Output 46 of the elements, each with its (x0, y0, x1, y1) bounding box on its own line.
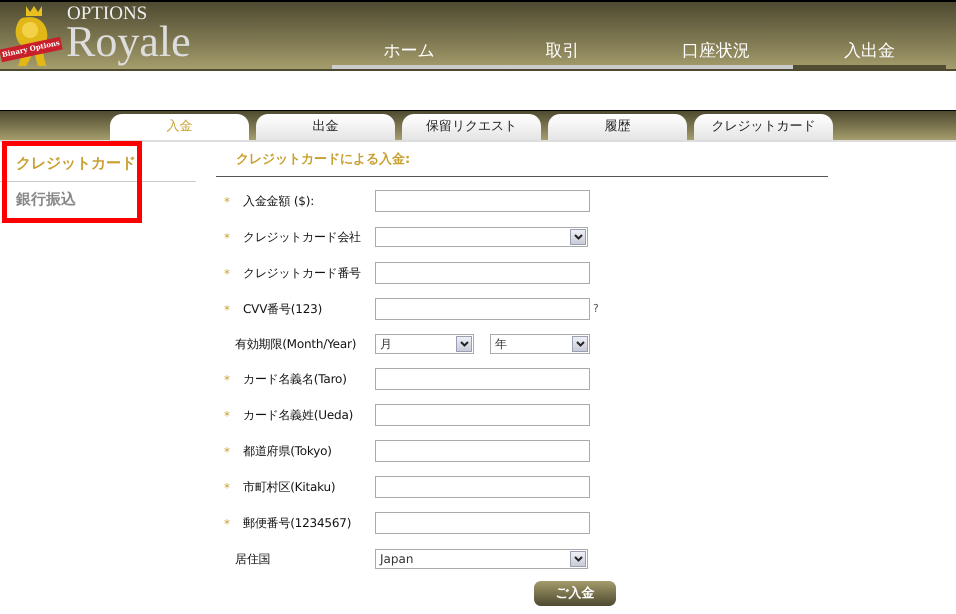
logo-subtitle: OPTIONS (67, 4, 148, 23)
select-field[interactable]: 年 (490, 334, 590, 354)
nav-link[interactable]: 入出金 (792, 39, 946, 69)
field-label: カード名義姓(Ueda) (243, 407, 354, 424)
text-field[interactable] (375, 440, 590, 462)
field-label: 都道府県(Tokyo) (243, 443, 332, 460)
required-mark: * (224, 373, 230, 387)
nav-link[interactable]: ホーム (332, 39, 486, 69)
sidebar-item[interactable]: 銀行振込 (0, 182, 196, 218)
field-label: 市町村区(Kitaku) (243, 479, 336, 496)
text-field[interactable] (375, 476, 590, 498)
text-field[interactable] (375, 512, 590, 534)
help-mark[interactable]: ? (593, 300, 599, 318)
required-mark: * (224, 517, 230, 531)
field-label: 居住国 (235, 551, 270, 568)
nav-link[interactable]: 取引 (486, 39, 639, 69)
nav-link[interactable]: 口座状況 (639, 39, 792, 69)
text-field[interactable] (375, 262, 590, 284)
required-mark: * (224, 267, 230, 281)
required-mark: * (224, 409, 230, 423)
select-field[interactable]: 月 (375, 334, 474, 354)
text-field[interactable] (375, 368, 590, 390)
field-label: 有効期限(Month/Year) (235, 336, 356, 353)
required-mark: * (224, 303, 230, 317)
field-label: CVV番号(123) (243, 301, 322, 318)
form-heading: クレジットカードによる入金: (216, 142, 828, 177)
field-label: クレジットカード番号 (243, 265, 362, 282)
select-field[interactable]: Japan (375, 549, 588, 569)
deposit-button[interactable]: ご入金 (534, 581, 616, 606)
required-mark: * (224, 445, 230, 459)
field-label: クレジットカード会社 (243, 229, 362, 246)
field-label: カード名義名(Taro) (243, 371, 347, 388)
field-label: 入金金額 ($): (243, 193, 314, 210)
text-field[interactable] (375, 404, 590, 426)
required-mark: * (224, 481, 230, 495)
tab[interactable]: クレジットカード (694, 114, 833, 140)
text-field[interactable] (375, 298, 590, 320)
required-mark: * (224, 195, 230, 209)
logo-title: Royale (66, 20, 191, 64)
tab[interactable]: 保留リクエスト (402, 114, 541, 140)
field-label: 郵便番号(1234567) (243, 515, 352, 532)
tab[interactable]: 履歴 (548, 114, 687, 140)
tab[interactable]: 出金 (256, 114, 395, 140)
required-mark: * (224, 231, 230, 245)
text-field[interactable] (375, 190, 590, 212)
select-field[interactable] (375, 227, 588, 247)
